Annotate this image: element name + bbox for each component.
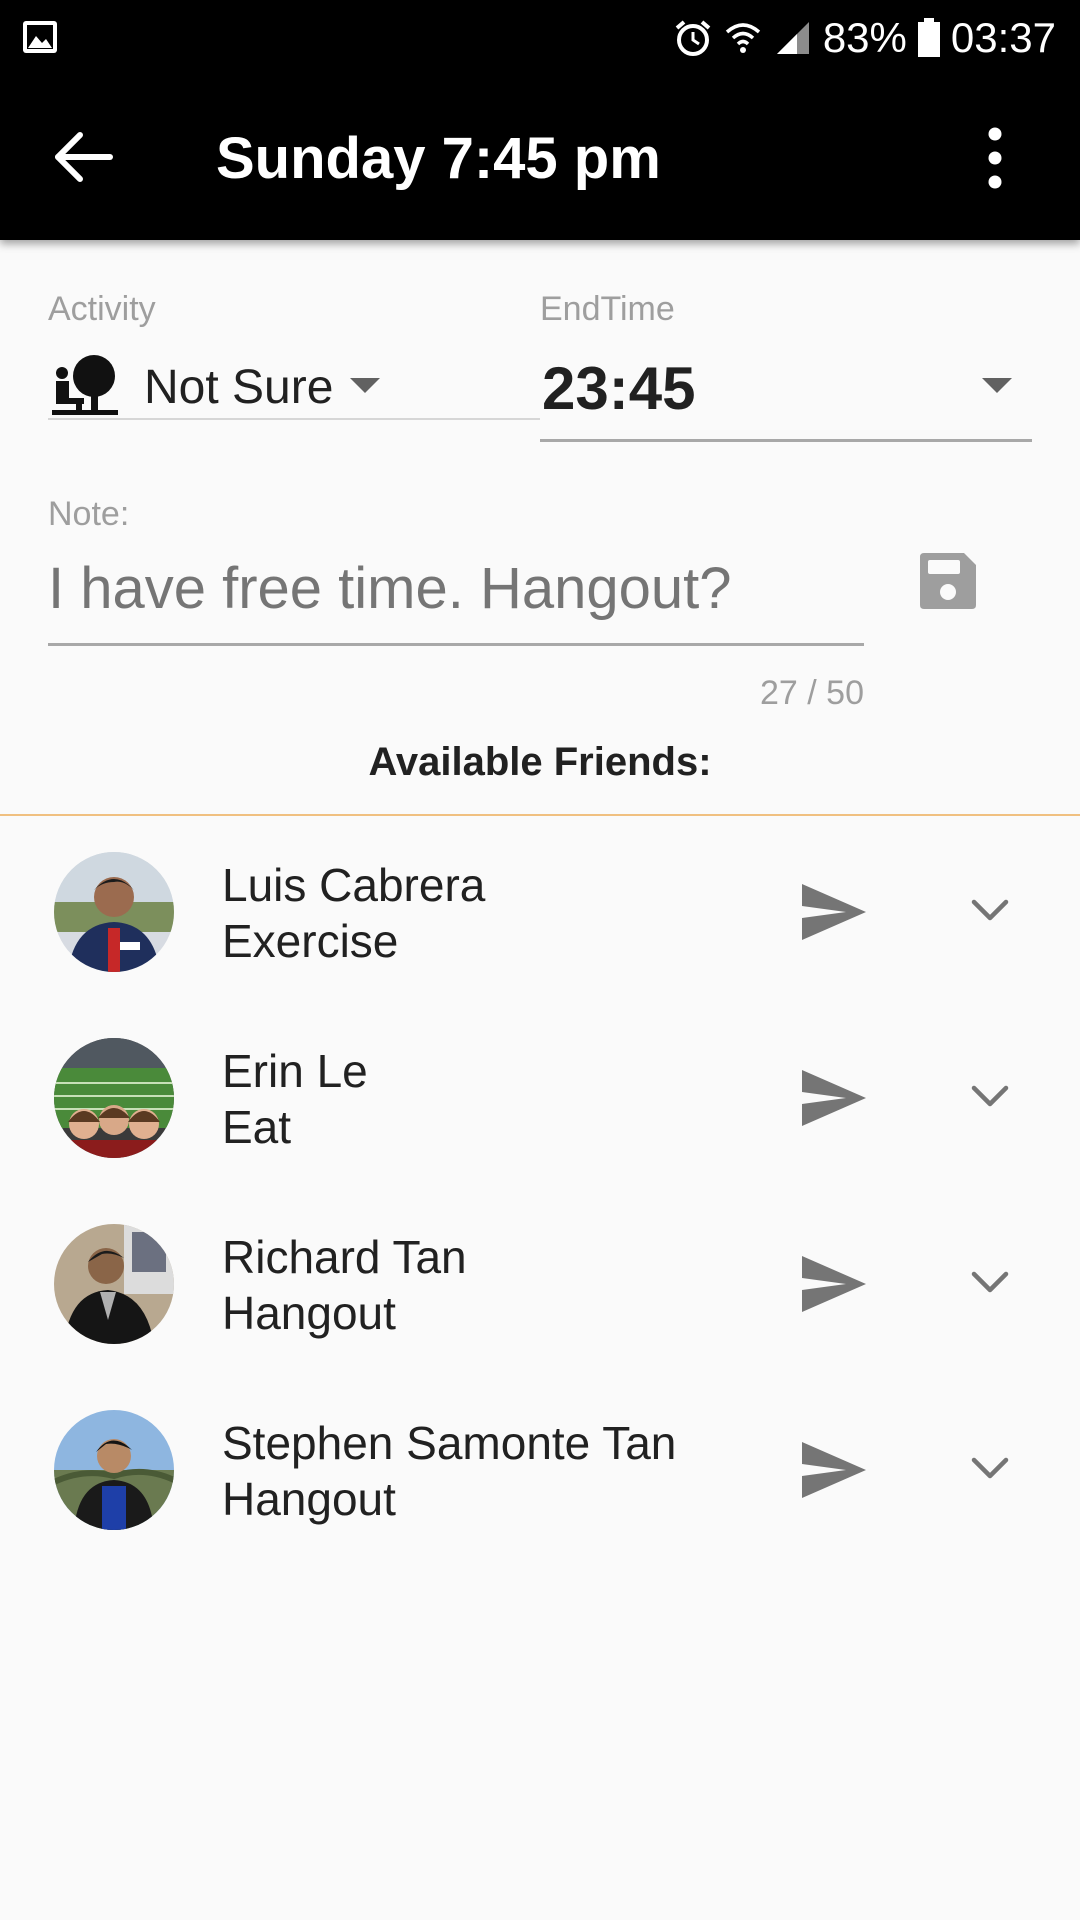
friend-list-item[interactable]: Luis Cabrera Exercise	[0, 852, 1080, 1038]
signal-icon	[776, 21, 809, 54]
friend-list-item[interactable]: Stephen Samonte Tan Hangout	[0, 1410, 1080, 1596]
send-icon[interactable]	[800, 882, 868, 942]
endtime-dropdown-arrow-icon	[982, 378, 1012, 393]
friend-activity: Eat	[222, 1101, 292, 1153]
send-icon[interactable]	[800, 1254, 868, 1314]
section-divider	[0, 814, 1080, 816]
more-vert-icon[interactable]	[975, 125, 1015, 191]
activity-label: Activity	[48, 290, 156, 328]
chevron-down-icon[interactable]	[970, 1454, 1010, 1484]
chevron-down-icon[interactable]	[970, 896, 1010, 926]
friend-name: Richard Tan	[222, 1231, 467, 1283]
endtime-dropdown[interactable]: 23:45	[540, 340, 1032, 442]
avatar	[54, 1038, 174, 1158]
page-title: Sunday 7:45 pm	[216, 126, 661, 191]
save-icon[interactable]	[920, 553, 976, 609]
available-friends-title: Available Friends:	[368, 740, 712, 784]
chevron-down-icon[interactable]	[970, 1082, 1010, 1112]
note-char-counter: 27 / 50	[760, 674, 864, 712]
chevron-down-icon[interactable]	[970, 1268, 1010, 1298]
send-icon[interactable]	[800, 1068, 868, 1128]
endtime-label: EndTime	[540, 290, 675, 328]
activity-dropdown[interactable]: Not Sure	[48, 340, 540, 420]
activity-value: Not Sure	[144, 361, 334, 414]
friend-activity: Hangout	[222, 1473, 396, 1525]
friend-activity: Hangout	[222, 1287, 396, 1339]
avatar	[54, 852, 174, 972]
endtime-value: 23:45	[542, 355, 696, 422]
friend-activity: Exercise	[222, 915, 399, 967]
note-label: Note:	[48, 495, 130, 533]
avatar	[54, 1410, 174, 1530]
battery-percentage: 83%	[822, 13, 907, 61]
avatar	[54, 1224, 174, 1344]
send-icon[interactable]	[800, 1440, 868, 1500]
note-input[interactable]: I have free time. Hangout?	[48, 550, 864, 646]
friend-list-item[interactable]: Erin Le Eat	[0, 1038, 1080, 1224]
arrow-back-icon[interactable]	[50, 127, 120, 187]
status-bar: 83% 03:37	[0, 0, 1080, 75]
friend-list-item[interactable]: Richard Tan Hangout	[0, 1224, 1080, 1410]
friend-name: Erin Le	[222, 1045, 368, 1097]
status-time: 03:37	[950, 13, 1056, 61]
person-tree-icon	[52, 355, 118, 415]
image-icon	[23, 21, 57, 53]
app-bar: Sunday 7:45 pm	[0, 75, 1080, 240]
friend-name: Luis Cabrera	[222, 859, 486, 911]
wifi-icon	[725, 22, 760, 53]
friend-name: Stephen Samonte Tan	[222, 1417, 677, 1469]
activity-dropdown-arrow-icon	[350, 378, 380, 393]
battery-icon	[917, 17, 940, 57]
alarm-icon	[675, 19, 711, 56]
note-text: I have free time. Hangout?	[48, 556, 732, 621]
